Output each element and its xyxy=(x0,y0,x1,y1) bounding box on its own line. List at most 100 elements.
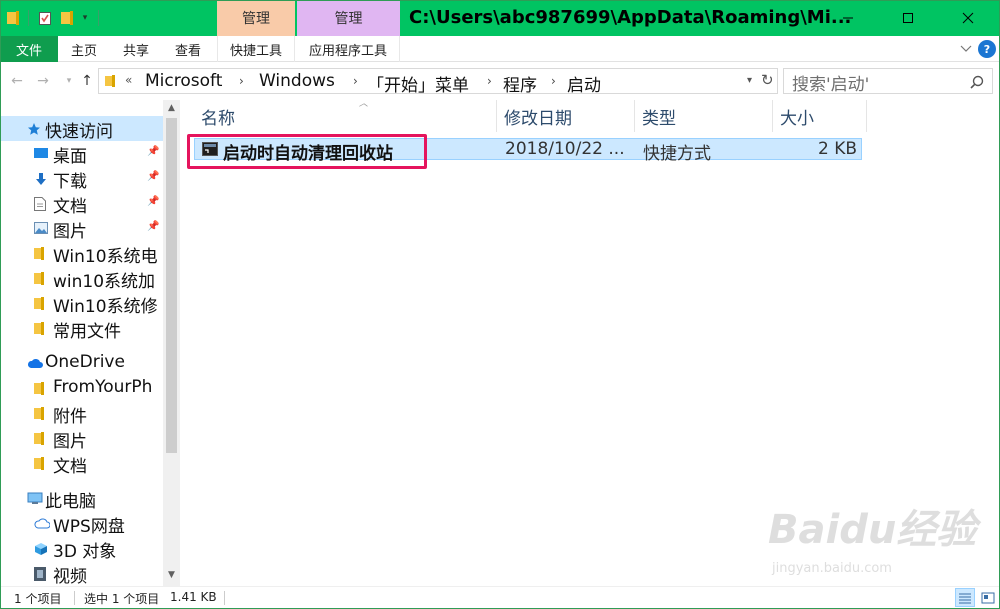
cube-icon xyxy=(34,542,48,556)
nav-folder-common[interactable]: 常用文件 xyxy=(0,316,163,341)
up-button[interactable]: ↑ xyxy=(78,71,96,91)
nav-label: 附件 xyxy=(53,407,87,426)
nav-folder-win10-2[interactable]: win10系统加 xyxy=(0,266,163,291)
breadcrumb-startup[interactable]: 启动 xyxy=(567,71,601,96)
nav-wps-drive[interactable]: WPS网盘 xyxy=(0,511,163,536)
back-button[interactable]: ← xyxy=(8,71,26,91)
nav-label: OneDrive xyxy=(45,352,125,372)
nav-label: 下载 xyxy=(53,172,87,191)
manage-tab-application[interactable]: 管理 xyxy=(297,0,400,36)
nav-folder-win10-1[interactable]: Win10系统电 xyxy=(0,241,163,266)
nav-downloads[interactable]: 下载 📌 xyxy=(0,166,163,191)
breadcrumb-start-menu[interactable]: 「开始」菜单 xyxy=(367,71,469,96)
toolbar-divider xyxy=(98,10,99,26)
pin-icon[interactable]: 📌 xyxy=(147,196,159,207)
status-divider xyxy=(224,591,225,605)
folder-icon xyxy=(34,382,48,396)
pin-icon[interactable]: 📌 xyxy=(147,146,159,157)
item-count: 1 个项目 xyxy=(14,592,62,606)
tab-shortcut-tools[interactable]: 快捷工具 xyxy=(217,36,295,62)
folder-icon xyxy=(34,432,48,446)
chevron-down-icon[interactable]: ▾ xyxy=(747,75,752,86)
folder-icon xyxy=(34,457,48,471)
pin-icon[interactable]: 📌 xyxy=(147,221,159,232)
video-icon xyxy=(34,567,48,581)
chevron-right-icon[interactable]: › xyxy=(487,74,492,88)
nav-pictures[interactable]: 图片 📌 xyxy=(0,216,163,241)
column-header-date[interactable]: 修改日期 xyxy=(497,100,635,132)
tab-application-tools[interactable]: 应用程序工具 xyxy=(297,36,400,62)
breadcrumb-programs[interactable]: 程序 xyxy=(503,71,537,96)
nav-videos[interactable]: 视频 xyxy=(0,561,163,586)
nav-label: FromYourPh xyxy=(53,377,153,397)
breadcrumb-overflow[interactable]: « xyxy=(125,73,132,87)
folder-icon[interactable] xyxy=(6,9,20,27)
nav-3d-objects[interactable]: 3D 对象 xyxy=(0,536,163,561)
nav-folder-fromyourphone[interactable]: FromYourPh xyxy=(0,376,163,401)
breadcrumb-microsoft[interactable]: Microsoft xyxy=(145,71,222,91)
chevron-right-icon[interactable]: › xyxy=(353,74,358,88)
scrollbar-thumb[interactable] xyxy=(166,118,177,453)
details-view-button[interactable] xyxy=(955,588,975,607)
search-box[interactable]: 搜索'启动' xyxy=(783,68,993,95)
nav-folder-win10-3[interactable]: Win10系统修 xyxy=(0,291,163,316)
nav-folder-pictures[interactable]: 图片 xyxy=(0,426,163,451)
download-icon xyxy=(34,172,48,186)
address-row: ← → ▾ ↑ « Microsoft › Windows › 「开始」菜单 ›… xyxy=(0,63,1000,99)
tab-view[interactable]: 查看 xyxy=(162,36,214,62)
scroll-up-icon[interactable]: ▲ xyxy=(163,100,180,116)
column-header-type[interactable]: 类型 xyxy=(635,100,773,132)
manage-tab-shortcut[interactable]: 管理 xyxy=(217,0,295,36)
nav-label: 常用文件 xyxy=(53,322,121,341)
forward-button[interactable]: → xyxy=(34,71,52,91)
customize-toolbar-icon[interactable]: ▾ xyxy=(80,9,90,27)
new-folder-icon[interactable] xyxy=(60,9,74,27)
minimize-button[interactable] xyxy=(818,0,878,36)
nav-folder-attachments[interactable]: 附件 xyxy=(0,401,163,426)
refresh-icon[interactable]: ↻ xyxy=(761,71,774,89)
column-header-size[interactable]: 大小 xyxy=(773,100,867,132)
address-bar[interactable]: « Microsoft › Windows › 「开始」菜单 › 程序 › 启动… xyxy=(98,68,778,96)
properties-icon[interactable] xyxy=(38,9,52,27)
nav-label: 此电脑 xyxy=(45,492,96,511)
expand-ribbon-icon[interactable] xyxy=(956,40,976,58)
scroll-down-icon[interactable]: ▼ xyxy=(163,567,180,583)
nav-folder-documents[interactable]: 文档 xyxy=(0,451,163,476)
nav-documents[interactable]: 文档 📌 xyxy=(0,191,163,216)
watermark: Baidu经验 jingyan.baidu.com xyxy=(768,497,988,587)
file-type: 快捷方式 xyxy=(643,144,711,164)
nav-label: 文档 xyxy=(53,197,87,216)
desktop-icon xyxy=(34,147,48,161)
column-header-name[interactable]: 名称 ︿ xyxy=(194,99,497,132)
nav-onedrive[interactable]: OneDrive xyxy=(0,351,163,376)
column-date-label: 修改日期 xyxy=(504,109,572,129)
folder-icon xyxy=(34,272,48,286)
pin-icon[interactable]: 📌 xyxy=(147,171,159,182)
folder-icon xyxy=(34,322,48,336)
nav-this-pc[interactable]: 此电脑 xyxy=(0,486,163,511)
nav-desktop[interactable]: 桌面 📌 xyxy=(0,141,163,166)
breadcrumb-windows[interactable]: Windows xyxy=(259,71,335,91)
toolbar-divider xyxy=(28,10,29,26)
search-icon[interactable] xyxy=(970,75,984,89)
chevron-right-icon[interactable]: › xyxy=(551,74,556,88)
column-type-label: 类型 xyxy=(642,109,676,129)
nav-scrollbar[interactable]: ▲ ▼ xyxy=(163,100,180,586)
help-icon[interactable]: ? xyxy=(978,40,996,58)
nav-label: 视频 xyxy=(53,567,87,586)
cloud-icon xyxy=(34,517,51,531)
tab-file[interactable]: 文件 xyxy=(0,36,58,62)
nav-label: 3D 对象 xyxy=(53,542,117,561)
chevron-right-icon[interactable]: › xyxy=(239,74,244,88)
close-button[interactable] xyxy=(938,0,998,36)
picture-icon xyxy=(34,222,48,236)
column-size-label: 大小 xyxy=(780,109,814,129)
nav-label: Win10系统电 xyxy=(53,247,158,266)
nav-quick-access[interactable]: 快速访问 xyxy=(0,116,163,141)
maximize-button[interactable] xyxy=(878,0,938,36)
tab-home[interactable]: 主页 xyxy=(58,36,110,62)
recent-locations-icon[interactable]: ▾ xyxy=(60,71,78,91)
large-icons-view-button[interactable] xyxy=(978,588,998,607)
watermark-url: jingyan.baidu.com xyxy=(772,561,892,576)
tab-share[interactable]: 共享 xyxy=(110,36,162,62)
